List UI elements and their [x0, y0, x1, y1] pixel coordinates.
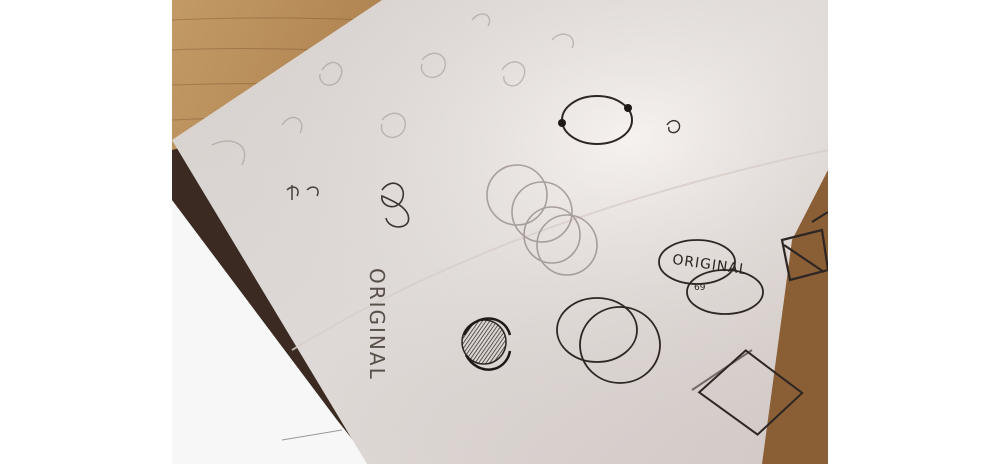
- sketch-photo-svg: ORIGINAL 69 ORIGINAL: [172, 0, 828, 464]
- original-logo-number: 69: [694, 283, 706, 293]
- vertical-original-text: ORIGINAL: [365, 268, 389, 381]
- sketch-photo: ORIGINAL 69 ORIGINAL: [172, 0, 828, 464]
